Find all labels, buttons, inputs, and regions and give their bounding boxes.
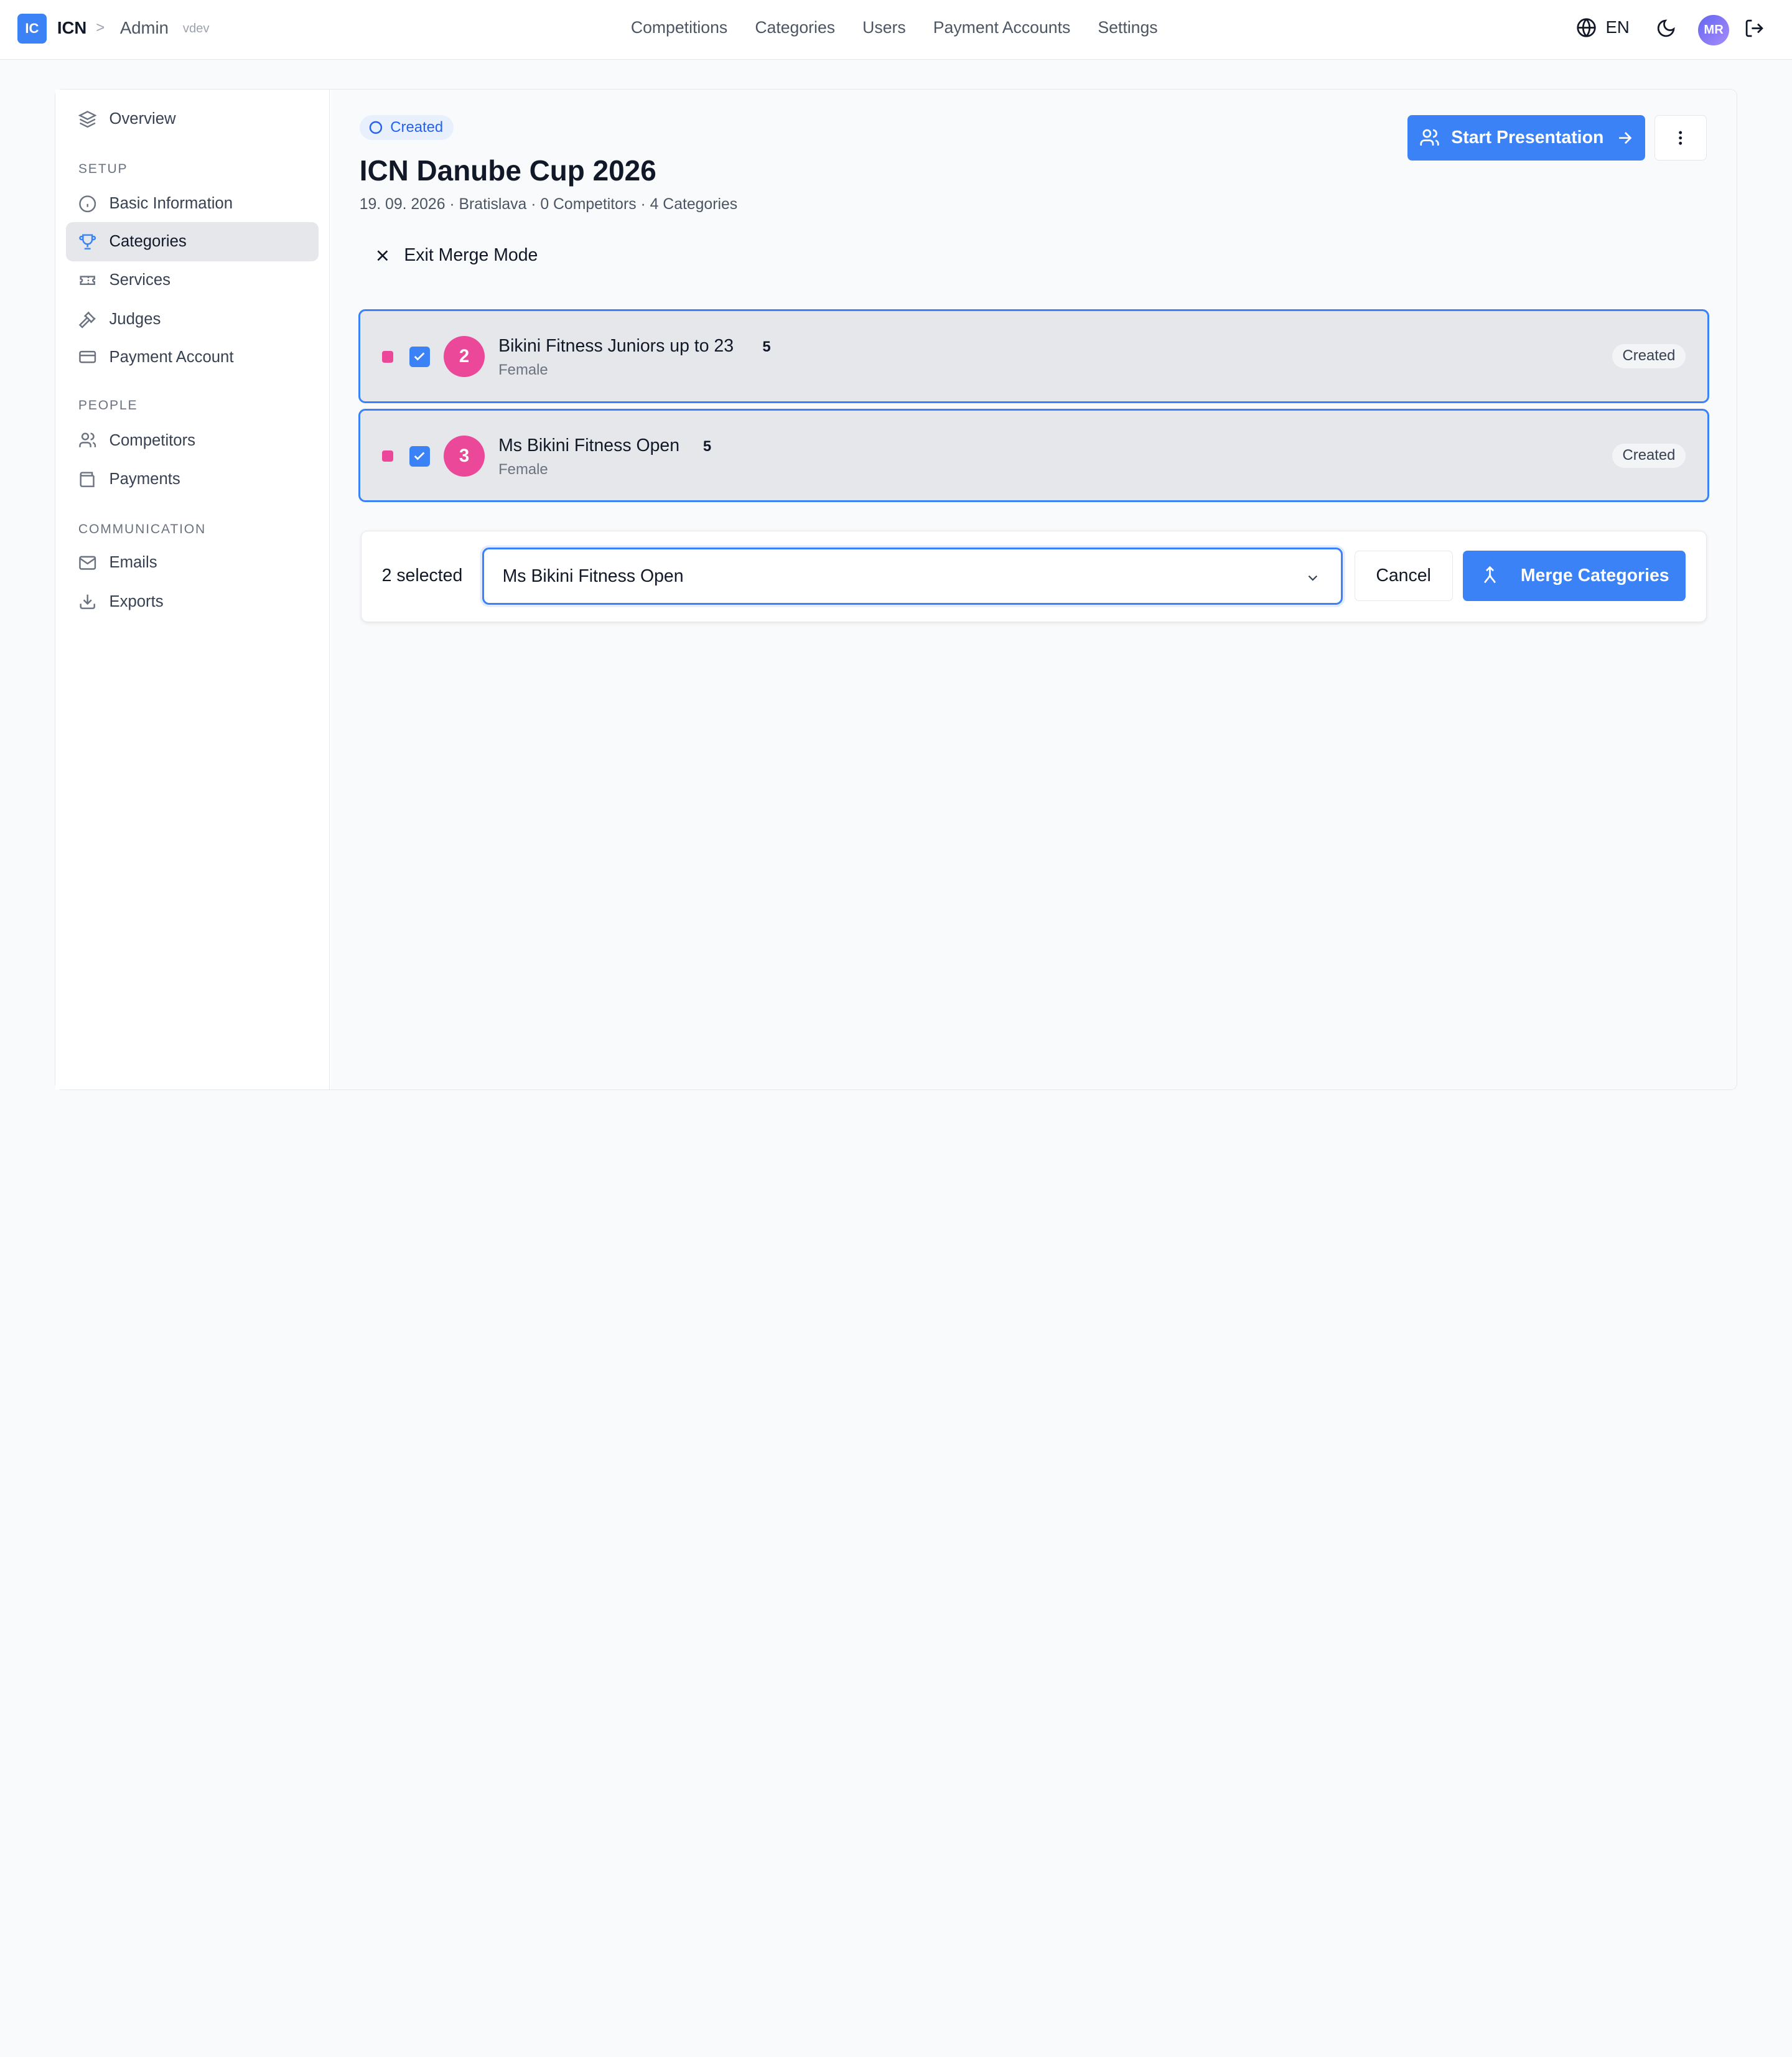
users-icon bbox=[1420, 129, 1439, 146]
category-name: Ms Bikini Fitness Open bbox=[498, 436, 680, 456]
breadcrumb-admin[interactable]: Admin bbox=[120, 18, 169, 38]
check-icon bbox=[414, 352, 425, 361]
chevron-down-icon bbox=[1308, 575, 1317, 581]
logout-icon bbox=[1745, 20, 1763, 37]
sidebar-item-overview[interactable]: Overview bbox=[66, 100, 319, 139]
category-number-badge: 3 bbox=[443, 436, 485, 477]
exit-merge-mode-button[interactable]: Exit Merge Mode bbox=[375, 245, 538, 266]
sidebar-item-competitors[interactable]: Competitors bbox=[66, 421, 319, 460]
nav-settings[interactable]: Settings bbox=[1098, 18, 1157, 37]
top-navigation: Competitions Categories Users Payment Ac… bbox=[631, 18, 1158, 37]
language-label: EN bbox=[1605, 17, 1630, 37]
sidebar-item-judges[interactable]: Judges bbox=[66, 300, 319, 338]
close-icon bbox=[376, 250, 388, 261]
sidebar-item-label: Categories bbox=[109, 233, 187, 251]
start-presentation-button[interactable]: Start Presentation bbox=[1407, 114, 1645, 161]
start-presentation-label: Start Presentation bbox=[1451, 127, 1604, 147]
credit-card-icon bbox=[79, 351, 96, 363]
exit-merge-label: Exit Merge Mode bbox=[404, 245, 538, 266]
status-label: Created bbox=[390, 118, 444, 136]
nav-competitions[interactable]: Competitions bbox=[631, 18, 727, 37]
user-avatar[interactable]: MR bbox=[1698, 14, 1729, 46]
sidebar-item-label: Competitors bbox=[109, 431, 196, 449]
environment-badge: vdev bbox=[182, 21, 210, 35]
sidebar-item-categories[interactable]: Categories bbox=[65, 222, 319, 261]
logout-button[interactable] bbox=[1744, 18, 1765, 44]
nav-users[interactable]: Users bbox=[862, 18, 906, 37]
language-switcher[interactable]: EN bbox=[1576, 17, 1630, 38]
cancel-button[interactable]: Cancel bbox=[1354, 551, 1453, 602]
mail-icon bbox=[79, 556, 96, 570]
category-color-marker bbox=[381, 450, 394, 462]
more-vertical-icon bbox=[1679, 131, 1682, 145]
competition-status-badge: Created bbox=[359, 114, 454, 141]
content-shell: Overview SETUP Basic Information Categor… bbox=[55, 89, 1737, 1091]
globe-icon bbox=[1577, 17, 1596, 37]
sidebar-item-label: Exports bbox=[109, 592, 164, 610]
page-title: ICN Danube Cup 2026 bbox=[359, 154, 656, 187]
nav-categories[interactable]: Categories bbox=[755, 18, 835, 37]
selected-count: 2 selected bbox=[381, 566, 463, 586]
gavel-icon bbox=[78, 311, 96, 329]
arrow-right-icon bbox=[1618, 131, 1632, 144]
sidebar-item-label: Basic Information bbox=[109, 195, 233, 213]
check-icon bbox=[414, 452, 425, 460]
sidebar-item-label: Payment Account bbox=[109, 348, 234, 366]
sidebar-item-label: Emails bbox=[109, 554, 157, 572]
trophy-icon bbox=[79, 234, 96, 250]
users-icon bbox=[79, 432, 96, 448]
sidebar-item-payment-account[interactable]: Payment Account bbox=[66, 338, 319, 376]
sidebar-item-label: Services bbox=[109, 271, 171, 289]
category-color-marker bbox=[381, 351, 394, 363]
category-gender: Female bbox=[498, 460, 548, 478]
category-status-badge: Created bbox=[1612, 443, 1686, 468]
category-status-badge: Created bbox=[1612, 344, 1686, 368]
category-card[interactable]: 3 Ms Bikini Fitness Open 5 Female Create… bbox=[358, 408, 1709, 503]
sidebar-heading-setup: SETUP bbox=[78, 161, 128, 176]
category-gender: Female bbox=[498, 361, 548, 378]
moon-icon bbox=[1658, 19, 1675, 37]
category-card[interactable]: 2 Bikini Fitness Juniors up to 23 5 Fema… bbox=[358, 309, 1709, 403]
merge-categories-button[interactable]: Merge Categories bbox=[1463, 551, 1686, 602]
sidebar-item-exports[interactable]: Exports bbox=[66, 582, 319, 621]
sidebar-item-label: Overview bbox=[109, 110, 176, 128]
breadcrumb-separator: > bbox=[96, 19, 105, 37]
top-bar: IC ICN > Admin vdev Competitions Categor… bbox=[0, 0, 1792, 60]
ticket-icon bbox=[80, 276, 95, 286]
sidebar-item-payments[interactable]: Payments bbox=[66, 460, 319, 498]
merge-categories-label: Merge Categories bbox=[1520, 566, 1669, 586]
sidebar-item-emails[interactable]: Emails bbox=[66, 543, 319, 582]
merge-action-bar: 2 selected Ms Bikini Fitness Open Cancel… bbox=[360, 531, 1707, 623]
sidebar-heading-communication: COMMUNICATION bbox=[78, 521, 207, 536]
category-number-badge: 2 bbox=[443, 336, 485, 378]
category-competitor-count: 5 bbox=[762, 338, 771, 355]
circle-icon bbox=[370, 121, 383, 134]
merge-icon bbox=[1483, 566, 1496, 584]
layers-icon bbox=[78, 111, 97, 128]
brand-name[interactable]: ICN bbox=[57, 18, 86, 38]
download-icon bbox=[80, 595, 95, 610]
sidebar: Overview SETUP Basic Information Categor… bbox=[55, 90, 330, 1090]
merge-target-value: Ms Bikini Fitness Open bbox=[502, 566, 684, 587]
merge-target-select[interactable]: Ms Bikini Fitness Open bbox=[482, 547, 1343, 605]
sidebar-item-basic-information[interactable]: Basic Information bbox=[66, 185, 319, 223]
sidebar-item-label: Judges bbox=[109, 310, 161, 328]
sidebar-item-services[interactable]: Services bbox=[66, 261, 319, 300]
sidebar-heading-people: PEOPLE bbox=[78, 398, 138, 413]
sidebar-item-label: Payments bbox=[109, 470, 180, 488]
category-competitor-count: 5 bbox=[702, 437, 712, 455]
category-name: Bikini Fitness Juniors up to 23 bbox=[498, 336, 734, 357]
main-content: Created ICN Danube Cup 2026 19. 09. 2026… bbox=[330, 90, 1737, 1090]
theme-toggle[interactable] bbox=[1656, 18, 1676, 44]
category-checkbox[interactable] bbox=[409, 445, 430, 467]
category-checkbox[interactable] bbox=[409, 346, 430, 367]
competition-meta: 19. 09. 2026 · Bratislava · 0 Competitor… bbox=[359, 196, 738, 213]
app-logo[interactable]: IC bbox=[17, 14, 47, 44]
wallet-icon bbox=[80, 472, 95, 487]
info-icon bbox=[79, 195, 96, 213]
more-actions-button[interactable] bbox=[1654, 114, 1707, 161]
nav-payment-accounts[interactable]: Payment Accounts bbox=[933, 18, 1071, 37]
